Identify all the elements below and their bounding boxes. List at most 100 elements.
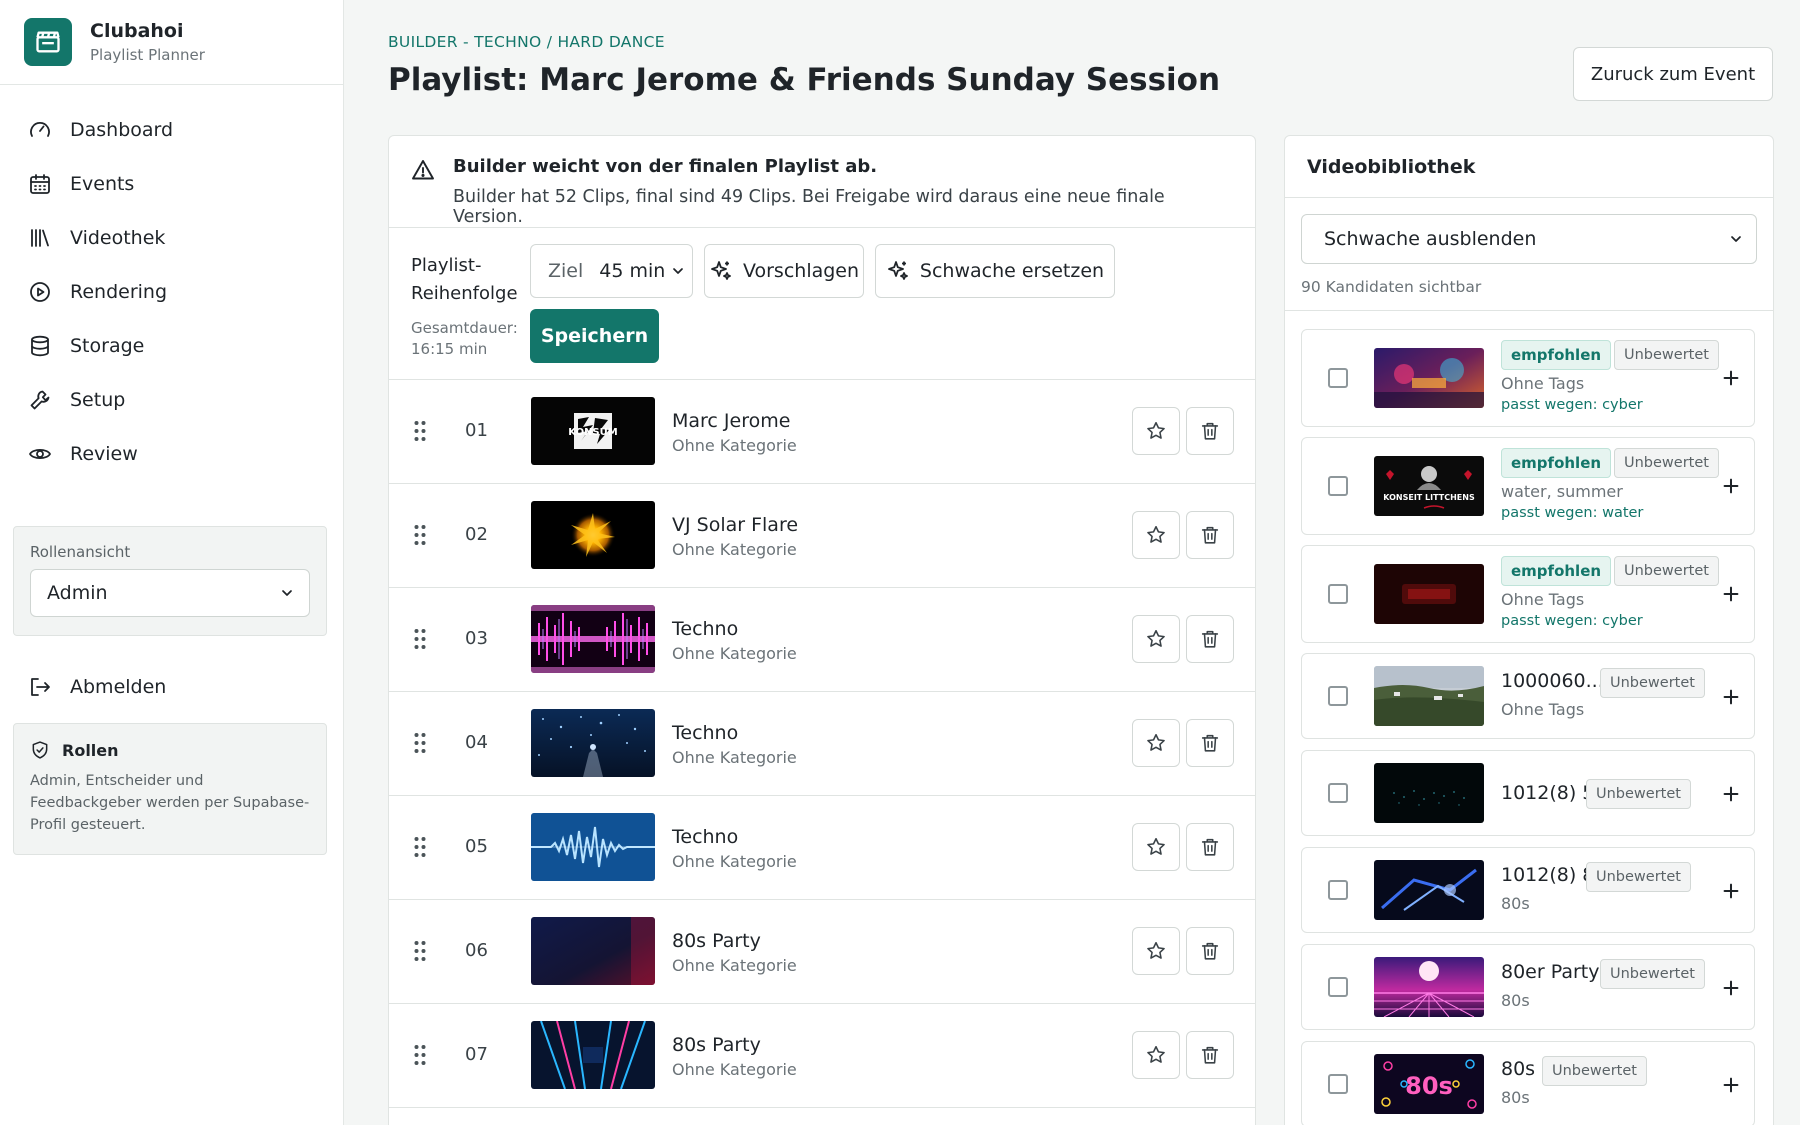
sparkles-icon [887, 261, 908, 280]
star-icon [1147, 941, 1165, 959]
playlist-row[interactable]: 03 Techno Ohne Kategorie [389, 588, 1255, 692]
rating-badge: Unbewertet [1614, 448, 1719, 478]
favorite-button[interactable] [1132, 615, 1180, 663]
library-item[interactable]: empfohlen Unbewertet Ohne Tags passt weg… [1301, 545, 1755, 643]
nav-item-setup[interactable]: Setup [0, 373, 343, 427]
sidebar: Clubahoi Playlist Planner Dashboard Even… [0, 0, 344, 1125]
video-thumbnail [1374, 763, 1484, 823]
playlist-row[interactable]: 05 Techno Ohne Kategorie [389, 796, 1255, 900]
select-checkbox[interactable] [1328, 686, 1348, 706]
library-item[interactable]: 80er Party Unbewertet 80s [1301, 944, 1755, 1030]
nav-label: Rendering [70, 281, 168, 303]
chevron-down-icon [1731, 236, 1741, 242]
add-icon[interactable] [1720, 367, 1742, 389]
total-duration-label: Gesamtdauer: [411, 319, 518, 337]
warning-title: Builder weicht von der finalen Playlist … [453, 156, 878, 177]
suggest-button[interactable]: Vorschlagen [704, 244, 864, 298]
select-checkbox[interactable] [1328, 368, 1348, 388]
nav-item-review[interactable]: Review [0, 427, 343, 481]
add-icon[interactable] [1720, 475, 1742, 497]
select-checkbox[interactable] [1328, 584, 1348, 604]
save-button[interactable]: Speichern [530, 309, 659, 363]
chevron-down-icon [282, 590, 292, 596]
library-item[interactable]: 1012(8) 8 Unbewertet 80s [1301, 847, 1755, 933]
row-number: 01 [465, 420, 488, 441]
select-checkbox[interactable] [1328, 476, 1348, 496]
role-select[interactable]: Admin [30, 569, 310, 617]
database-icon [31, 335, 49, 357]
match-reason: passt wegen: cyber [1501, 613, 1643, 629]
select-checkbox[interactable] [1328, 880, 1348, 900]
delete-button[interactable] [1186, 1031, 1234, 1079]
select-checkbox[interactable] [1328, 977, 1348, 997]
brand[interactable]: Clubahoi Playlist Planner [0, 0, 343, 85]
favorite-button[interactable] [1132, 407, 1180, 455]
drag-handle-icon[interactable] [413, 732, 427, 754]
rating-badge: Unbewertet [1586, 779, 1691, 809]
favorite-button[interactable] [1132, 719, 1180, 767]
library-item[interactable]: KONSEIT LITTCHENS empfohlen Unbewertet w… [1301, 437, 1755, 535]
add-icon[interactable] [1720, 686, 1742, 708]
warning-icon [412, 160, 434, 180]
favorite-button[interactable] [1132, 927, 1180, 975]
delete-button[interactable] [1186, 615, 1234, 663]
brand-subtitle: Playlist Planner [90, 46, 205, 64]
select-checkbox[interactable] [1328, 1074, 1348, 1094]
favorite-button[interactable] [1132, 1031, 1180, 1079]
gauge-icon [30, 122, 50, 137]
clip-title: Marc Jerome [672, 410, 791, 432]
drag-handle-icon[interactable] [413, 940, 427, 962]
playlist-row[interactable]: 01 KONSUM Marc Jerome Ohne Kategorie [389, 380, 1255, 484]
add-icon[interactable] [1720, 1074, 1742, 1096]
delete-button[interactable] [1186, 823, 1234, 871]
recommended-badge: empfohlen [1501, 556, 1612, 586]
favorite-button[interactable] [1132, 823, 1180, 871]
page-title: Playlist: Marc Jerome & Friends Sunday S… [388, 62, 1221, 98]
playlist-row[interactable]: 06 80s Party Ohne Kategorie [389, 900, 1255, 1004]
library-item[interactable]: 1012(8) 5 Unbewertet [1301, 750, 1755, 836]
add-icon[interactable] [1720, 977, 1742, 999]
playlist-row[interactable]: 07 80s Party Ohne Kategorie [389, 1004, 1255, 1108]
delete-button[interactable] [1186, 927, 1234, 975]
nav-label: Storage [70, 335, 145, 357]
star-icon [1147, 837, 1165, 855]
thumbnail-text: KONSEIT LITTCHENS [1383, 493, 1475, 502]
row-number: 04 [465, 732, 488, 753]
drag-handle-icon[interactable] [413, 1044, 427, 1066]
select-checkbox[interactable] [1328, 783, 1348, 803]
delete-button[interactable] [1186, 407, 1234, 455]
clip-category: Ohne Kategorie [672, 436, 797, 455]
add-icon[interactable] [1720, 783, 1742, 805]
drag-handle-icon[interactable] [413, 420, 427, 442]
library-item[interactable]: empfohlen Unbewertet Ohne Tags passt weg… [1301, 329, 1755, 427]
nav-item-dashboard[interactable]: Dashboard [0, 103, 343, 157]
back-to-event-button[interactable]: Zuruck zum Event [1573, 47, 1773, 101]
playlist-row[interactable]: 04 Techno Ohne Kategorie [389, 692, 1255, 796]
target-duration-select[interactable]: Ziel 45 min [530, 244, 693, 298]
logout-button[interactable]: Abmelden [28, 660, 166, 714]
delete-button[interactable] [1186, 511, 1234, 559]
video-thumbnail [531, 917, 655, 985]
main-nav: Dashboard Events Videothek Rendering Sto… [0, 85, 343, 481]
favorite-button[interactable] [1132, 511, 1180, 559]
nav-item-rendering[interactable]: Rendering [0, 265, 343, 319]
rating-badge: Unbewertet [1614, 556, 1719, 586]
playlist-row[interactable]: 02 VJ Solar Flare Ohne Kategorie [389, 484, 1255, 588]
drag-handle-icon[interactable] [413, 628, 427, 650]
nav-item-events[interactable]: Events [0, 157, 343, 211]
row-number: 02 [465, 524, 488, 545]
drag-handle-icon[interactable] [413, 524, 427, 546]
video-thumbnail [1374, 860, 1484, 920]
library-item[interactable]: 80s 80s Unbewertet 80s [1301, 1041, 1755, 1125]
replace-weak-button[interactable]: Schwache ersetzen [875, 244, 1115, 298]
add-icon[interactable] [1720, 880, 1742, 902]
library-filter-select[interactable]: Schwache ausblenden [1301, 214, 1757, 264]
drag-handle-icon[interactable] [413, 836, 427, 858]
brand-name: Clubahoi [90, 20, 184, 42]
star-icon [1147, 1045, 1165, 1063]
library-item[interactable]: 1000060... Unbewertet Ohne Tags [1301, 653, 1755, 739]
add-icon[interactable] [1720, 583, 1742, 605]
nav-item-videothek[interactable]: Videothek [0, 211, 343, 265]
nav-item-storage[interactable]: Storage [0, 319, 343, 373]
delete-button[interactable] [1186, 719, 1234, 767]
